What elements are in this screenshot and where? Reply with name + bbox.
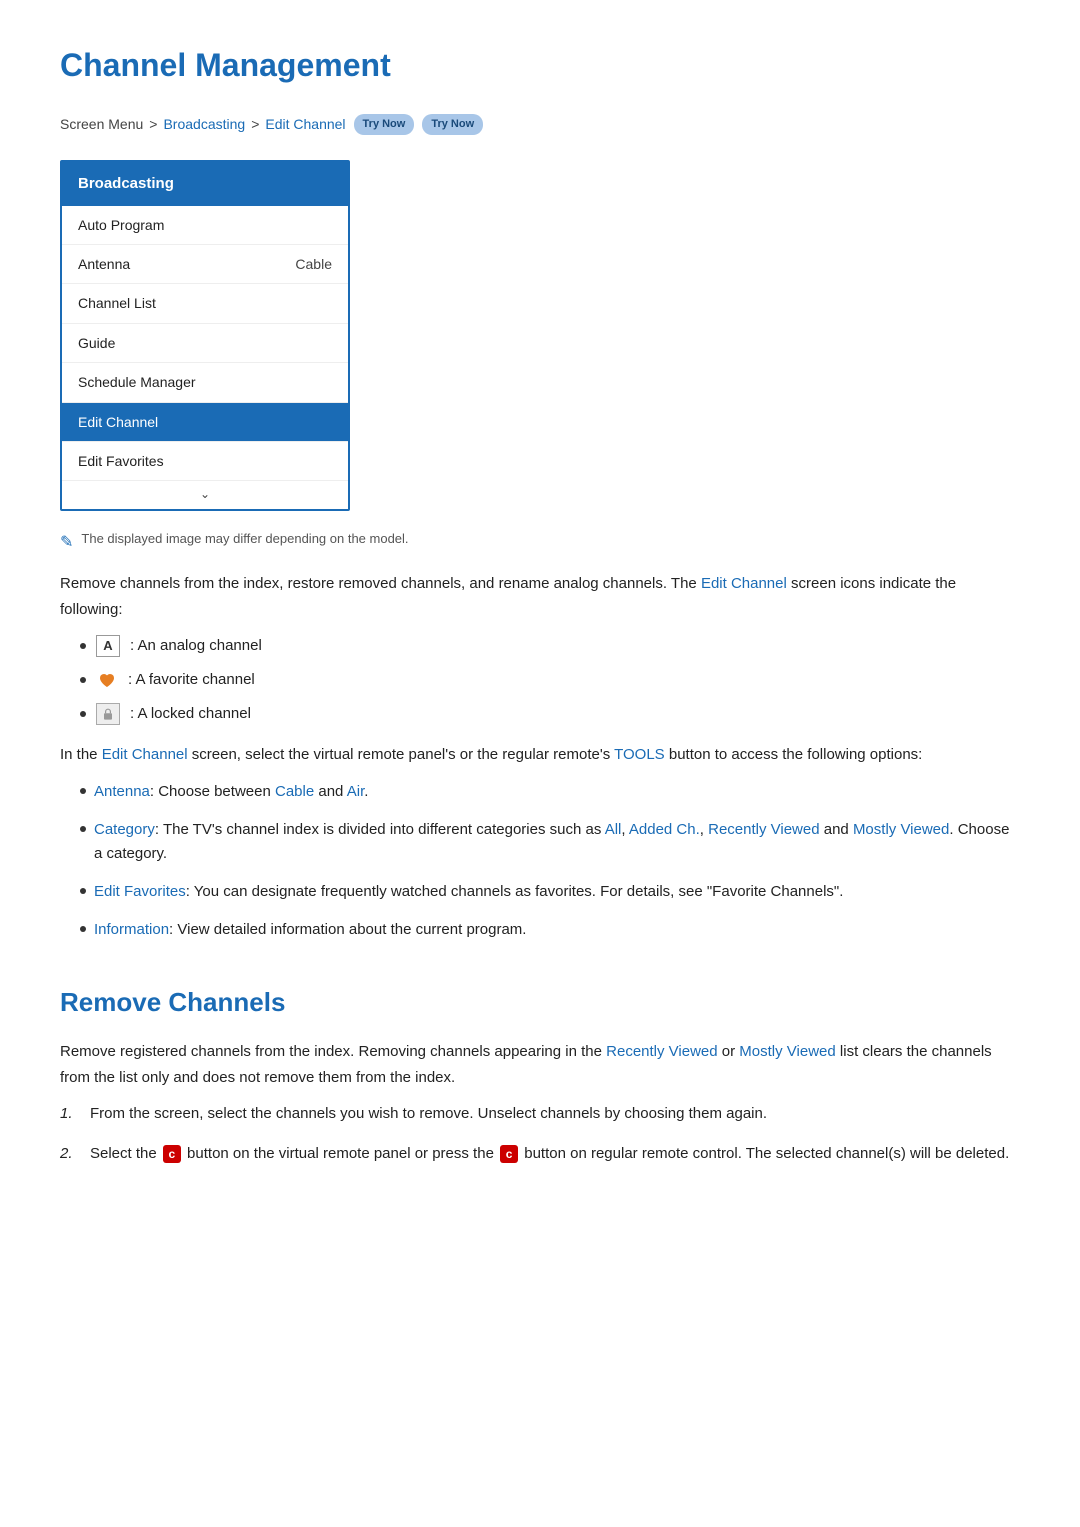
remove-channels-steps: 1. From the screen, select the channels … [60,1102,1020,1166]
information-link[interactable]: Information [94,921,169,938]
favorite-channel-label: : A favorite channel [128,668,255,692]
remove-channels-heading: Remove Channels [60,982,1020,1024]
menu-item-edit-channel-label: Edit Channel [78,411,158,433]
tools-link[interactable]: TOOLS [614,746,665,763]
menu-item-channel-list[interactable]: Channel List [62,284,348,323]
menu-item-edit-favorites[interactable]: Edit Favorites [62,442,348,481]
tools-options-list: Antenna: Choose between Cable and Air. C… [80,780,1020,942]
breadcrumb-edit-channel-link[interactable]: Edit Channel [265,113,345,135]
menu-item-auto-program-label: Auto Program [78,214,164,236]
added-ch-link[interactable]: Added Ch. [629,821,700,838]
note-text: The displayed image may differ depending… [81,529,408,550]
locked-channel-label: : A locked channel [130,702,251,726]
recently-viewed-link-2[interactable]: Recently Viewed [606,1043,717,1060]
cable-link[interactable]: Cable [275,783,314,800]
icon-list-item-favorite: : A favorite channel [80,668,1020,692]
step-1: 1. From the screen, select the channels … [60,1102,1020,1126]
antenna-link[interactable]: Antenna [94,783,150,800]
mostly-viewed-link-1[interactable]: Mostly Viewed [853,821,949,838]
analog-channel-label: : An analog channel [130,634,262,658]
step-1-text: From the screen, select the channels you… [90,1102,767,1126]
remove-channels-intro: Remove registered channels from the inde… [60,1039,1020,1090]
menu-item-antenna[interactable]: Antenna Cable [62,245,348,284]
tools-item-edit-favorites: Edit Favorites: You can designate freque… [80,880,1020,904]
breadcrumb-sep-1: > [149,113,157,135]
menu-chevron: ⌄ [62,481,348,508]
page-title: Channel Management [60,40,1020,91]
favorite-channel-icon [96,669,118,691]
c-button-regular: c [500,1145,518,1163]
edit-channel-link-intro[interactable]: Edit Channel [701,575,787,592]
edit-favorites-link[interactable]: Edit Favorites [94,883,186,900]
bullet-analog [80,643,86,649]
step-1-num: 1. [60,1102,80,1126]
tools-item-edit-favorites-text: Edit Favorites: You can designate freque… [94,880,843,904]
sub-bullet-category [80,826,86,832]
bullet-locked [80,711,86,717]
locked-channel-icon [96,703,120,725]
menu-header: Broadcasting [62,162,348,206]
menu-item-edit-favorites-label: Edit Favorites [78,450,164,472]
try-now-badge-1[interactable]: Try Now [354,114,415,136]
breadcrumb-sep-2: > [251,113,259,135]
menu-item-edit-channel[interactable]: Edit Channel [62,403,348,442]
bullet-favorite [80,677,86,683]
pencil-icon: ✎ [60,530,73,556]
all-link[interactable]: All [605,821,622,838]
broadcasting-menu: Broadcasting Auto Program Antenna Cable … [60,160,350,511]
tools-item-category-text: Category: The TV's channel index is divi… [94,818,1020,866]
edit-channel-link-tools[interactable]: Edit Channel [102,746,188,763]
menu-item-guide-label: Guide [78,332,115,354]
step-2-num: 2. [60,1142,80,1166]
recently-viewed-link-1[interactable]: Recently Viewed [708,821,819,838]
menu-item-auto-program[interactable]: Auto Program [62,206,348,245]
sub-bullet-antenna [80,788,86,794]
menu-item-schedule-manager[interactable]: Schedule Manager [62,363,348,402]
category-link[interactable]: Category [94,821,155,838]
icons-list: A : An analog channel : A favorite chann… [80,634,1020,726]
mostly-viewed-link-2[interactable]: Mostly Viewed [739,1043,835,1060]
intro-paragraph: Remove channels from the index, restore … [60,571,1020,622]
menu-item-schedule-manager-label: Schedule Manager [78,371,196,393]
tools-item-information-text: Information: View detailed information a… [94,918,526,942]
menu-item-antenna-label: Antenna [78,253,130,275]
c-button-virtual: c [163,1145,181,1163]
try-now-badge-2[interactable]: Try Now [422,114,483,136]
breadcrumb-screen-menu: Screen Menu [60,113,143,135]
tools-intro-paragraph: In the Edit Channel screen, select the v… [60,742,1020,768]
breadcrumb-broadcasting-link[interactable]: Broadcasting [163,113,245,135]
tools-item-antenna: Antenna: Choose between Cable and Air. [80,780,1020,804]
icon-list-item-analog: A : An analog channel [80,634,1020,658]
menu-item-antenna-value: Cable [295,253,332,275]
analog-channel-icon: A [96,635,120,657]
breadcrumb: Screen Menu > Broadcasting > Edit Channe… [60,113,1020,135]
air-link[interactable]: Air [347,783,365,800]
step-2: 2. Select the c button on the virtual re… [60,1142,1020,1166]
icon-list-item-locked: : A locked channel [80,702,1020,726]
tools-item-category: Category: The TV's channel index is divi… [80,818,1020,866]
sub-bullet-information [80,926,86,932]
sub-bullet-edit-favorites [80,888,86,894]
step-2-text: Select the c button on the virtual remot… [90,1142,1009,1166]
menu-item-channel-list-label: Channel List [78,292,156,314]
tools-item-antenna-text: Antenna: Choose between Cable and Air. [94,780,368,804]
menu-item-guide[interactable]: Guide [62,324,348,363]
tools-item-information: Information: View detailed information a… [80,918,1020,942]
note-row: ✎ The displayed image may differ dependi… [60,529,1020,556]
